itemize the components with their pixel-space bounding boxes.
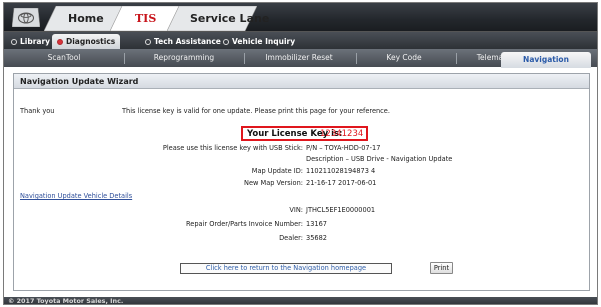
divider xyxy=(244,53,245,64)
radio-icon xyxy=(57,38,63,45)
tab-diagnostics-label: Diagnostics xyxy=(66,37,116,46)
tab-service-lane[interactable]: Service Lane xyxy=(167,6,269,31)
tab-tis-label: TIS xyxy=(135,12,157,25)
divider xyxy=(456,53,457,64)
license-key-box: Your License Key is: 12341234 xyxy=(241,126,368,141)
tab-library-label: Library xyxy=(20,37,51,46)
tab-vehicle-inquiry[interactable]: Vehicle Inquiry xyxy=(218,34,300,49)
thank-you-text: Thank you xyxy=(20,107,55,115)
tab-diagnostics[interactable]: Diagnostics xyxy=(52,34,121,49)
radio-icon xyxy=(145,38,151,45)
dealer-value: 35682 xyxy=(306,234,327,242)
radio-icon xyxy=(223,38,229,45)
navigation-update-wizard-panel: Navigation Update Wizard Thank you This … xyxy=(13,73,590,291)
toyota-logo-icon[interactable] xyxy=(11,7,41,28)
new-map-version-value: 21-16-17 2017-06-01 xyxy=(306,179,377,187)
description-value: Description – USB Drive - Navigation Upd… xyxy=(306,155,453,163)
application-window: Home TIS Service Lane Library Diagnostic… xyxy=(3,2,598,305)
license-key-value: 12341234 xyxy=(320,129,364,139)
tab-tech-assistance[interactable]: Tech Assistance xyxy=(140,34,226,49)
repair-order-value: 13167 xyxy=(306,220,327,228)
map-update-id-value: 110211028194873 4 xyxy=(306,167,376,175)
divider xyxy=(356,53,357,64)
usb-stick-value: P/N – TOYA-HDD-07-17 xyxy=(306,144,381,152)
tab-key-code[interactable]: Key Code xyxy=(359,51,449,65)
divider xyxy=(124,53,125,64)
tab-scantool[interactable]: ScanTool xyxy=(14,51,114,65)
panel-title: Navigation Update Wizard xyxy=(14,74,589,89)
vin-label: VIN: xyxy=(289,206,303,214)
usb-stick-label: Please use this license key with USB Sti… xyxy=(162,144,303,152)
module-tab-bar: Library Diagnostics Tech Assistance Vehi… xyxy=(4,31,597,49)
new-map-version-label: New Map Version: xyxy=(244,179,303,187)
repair-order-label: Repair Order/Parts Invoice Number: xyxy=(186,220,303,228)
tab-service-lane-label: Service Lane xyxy=(190,12,270,25)
footer-bar: © 2017 Toyota Motor Sales, Inc. xyxy=(4,297,597,305)
valid-note-text: This license key is valid for one update… xyxy=(122,107,390,115)
print-button[interactable]: Print xyxy=(430,262,453,274)
tab-immobilizer-reset[interactable]: Immobilizer Reset xyxy=(249,51,349,65)
vehicle-details-link[interactable]: Navigation Update Vehicle Details xyxy=(20,192,132,200)
tab-home-label: Home xyxy=(68,12,104,25)
function-tab-bar: ScanTool Reprogramming Immobilizer Reset… xyxy=(4,49,597,68)
return-to-navigation-home-button[interactable]: Click here to return to the Navigation h… xyxy=(180,263,392,274)
dealer-label: Dealer: xyxy=(279,234,303,242)
radio-icon xyxy=(11,38,17,45)
copyright-text: © 2017 Toyota Motor Sales, Inc. xyxy=(8,297,124,305)
tab-reprogramming[interactable]: Reprogramming xyxy=(134,51,234,65)
vin-value: JTHCL5EF1E0000001 xyxy=(306,206,376,214)
tab-vehicle-inquiry-label: Vehicle Inquiry xyxy=(232,37,296,46)
tab-navigation[interactable]: Navigation xyxy=(501,52,591,68)
tab-tech-assistance-label: Tech Assistance xyxy=(154,37,221,46)
vehicle-details-link-text[interactable]: Navigation Update Vehicle Details xyxy=(20,192,132,200)
top-tab-bar: Home TIS Service Lane xyxy=(4,3,597,31)
map-update-id-label: Map Update ID: xyxy=(251,167,303,175)
tab-library[interactable]: Library xyxy=(6,34,55,49)
